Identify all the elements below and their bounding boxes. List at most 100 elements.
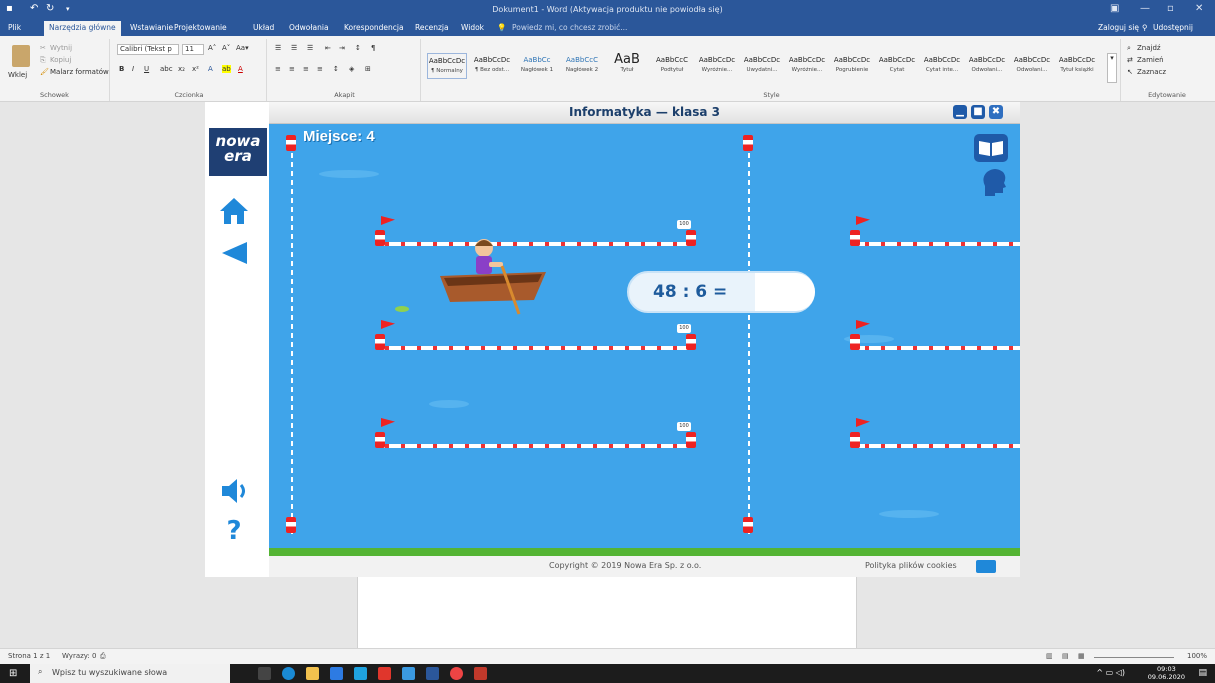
sign-in-link[interactable]: Zaloguj się	[1098, 23, 1139, 32]
windows-start-icon[interactable]: ⊞	[9, 668, 17, 679]
style-item[interactable]: AaBbCcDc ¶ Bez odst...	[472, 53, 512, 79]
numbering-icon[interactable]: ☰	[291, 44, 297, 52]
style-item[interactable]: AaBbCcC Podtytuł	[652, 53, 692, 79]
minimize-icon[interactable]: —	[1140, 3, 1150, 14]
change-case-icon[interactable]: Aa▾	[236, 44, 249, 52]
style-item[interactable]: AaBbCcDc Cytat	[877, 53, 917, 79]
underline-icon[interactable]: U	[144, 65, 149, 73]
align-right-icon[interactable]: ≡	[303, 65, 309, 73]
style-item[interactable]: AaBbCcDc Uwydatni...	[742, 53, 782, 79]
shrink-font-icon[interactable]: A˅	[222, 44, 230, 52]
proofing-icon[interactable]: ⎙	[100, 652, 106, 661]
maximize-icon[interactable]: ▫	[1167, 3, 1174, 14]
word-count[interactable]: Wyrazy: 0	[62, 652, 96, 660]
page-count[interactable]: Strona 1 z 1	[8, 652, 50, 660]
style-item[interactable]: AaBbCcC Nagłówek 2	[562, 53, 602, 79]
app-icon[interactable]	[474, 667, 487, 680]
strikethrough-icon[interactable]: abc	[160, 65, 173, 73]
back-arrow-icon[interactable]	[219, 238, 249, 268]
file-explorer-icon[interactable]	[306, 667, 319, 680]
increase-indent-icon[interactable]: ⇥	[339, 44, 345, 52]
style-item[interactable]: AaBbCcDc Odwołani...	[967, 53, 1007, 79]
game-maximize-icon[interactable]: ■	[971, 105, 985, 119]
borders-icon[interactable]: ⊞	[365, 65, 371, 73]
align-center-icon[interactable]: ≡	[289, 65, 295, 73]
system-tray-icons[interactable]: ^ ▭ ◁)	[1096, 668, 1125, 677]
app-icon[interactable]	[402, 667, 415, 680]
copy-button[interactable]: Kopiuj	[50, 56, 71, 64]
font-name-select[interactable]: Calibri (Tekst p	[117, 44, 179, 55]
paste-button[interactable]: Wklej	[8, 71, 27, 79]
style-item[interactable]: AaBbCcDc Cytat inte...	[922, 53, 962, 79]
notifications-icon[interactable]: ▤	[1198, 668, 1207, 678]
task-view-icon[interactable]	[258, 667, 271, 680]
find-button[interactable]: Znajdź	[1137, 44, 1161, 52]
mail-app-icon[interactable]	[378, 667, 391, 680]
tab-file[interactable]: Plik	[8, 23, 21, 32]
style-item[interactable]: AaBbCc Nagłówek 1	[517, 53, 557, 79]
chrome-icon[interactable]	[450, 667, 463, 680]
cookies-policy-link[interactable]: Polityka plików cookies	[865, 561, 957, 570]
game-minimize-icon[interactable]: ▁	[953, 105, 967, 119]
share-button[interactable]: Udostępnij	[1153, 23, 1193, 32]
tab-view[interactable]: Widok	[461, 23, 484, 32]
help-icon[interactable]: ?	[219, 516, 249, 546]
text-effects-icon[interactable]: A	[208, 65, 213, 73]
style-item[interactable]: AaBbCcDc Wyróżnie...	[787, 53, 827, 79]
style-item[interactable]: AaB Tytuł	[607, 53, 647, 79]
line-spacing-icon[interactable]: ↕	[333, 65, 339, 73]
zoom-slider[interactable]	[1094, 657, 1174, 658]
font-color-icon[interactable]: A	[238, 65, 243, 73]
answer-input[interactable]	[755, 273, 815, 311]
edge-icon[interactable]	[282, 667, 295, 680]
multilevel-list-icon[interactable]: ☰	[307, 44, 313, 52]
zoom-level[interactable]: 100%	[1187, 652, 1207, 660]
style-item[interactable]: AaBbCcDc Odwołani...	[1012, 53, 1052, 79]
style-item[interactable]: AaBbCcDc Pogrubienie	[832, 53, 872, 79]
superscript-icon[interactable]: x²	[192, 65, 199, 73]
tab-design[interactable]: Projektowanie	[174, 23, 227, 32]
sort-icon[interactable]: ↕	[355, 44, 361, 52]
bold-icon[interactable]: B	[119, 65, 124, 73]
tab-review[interactable]: Recenzja	[415, 23, 449, 32]
highlight-icon[interactable]: ab	[222, 65, 231, 73]
cut-button[interactable]: Wytnij	[50, 44, 72, 52]
print-layout-icon[interactable]: ▤	[1062, 652, 1069, 660]
pilcrow-icon[interactable]: ¶	[371, 44, 375, 52]
font-size-select[interactable]: 11	[182, 44, 204, 55]
italic-icon[interactable]: I	[132, 65, 134, 73]
style-item[interactable]: AaBbCcDc Wyróżnie...	[697, 53, 737, 79]
replace-button[interactable]: Zamień	[1137, 56, 1164, 64]
paste-icon[interactable]	[12, 45, 30, 67]
mail-icon[interactable]	[976, 560, 996, 573]
taskbar-search[interactable]: ⌕ Wpisz tu wyszukiwane słowa	[30, 664, 230, 683]
tab-references[interactable]: Odwołania	[289, 23, 329, 32]
justify-icon[interactable]: ≡	[317, 65, 323, 73]
align-left-icon[interactable]: ≡	[275, 65, 281, 73]
tell-me-box[interactable]: Powiedz mi, co chcesz zrobić...	[512, 23, 627, 32]
web-layout-icon[interactable]: ▦	[1078, 652, 1085, 660]
style-item[interactable]: AaBbCcDc Tytuł książki	[1057, 53, 1097, 79]
style-item[interactable]: AaBbCcDc ¶ Normalny	[427, 53, 467, 79]
ribbon-display-icon[interactable]: ▣	[1110, 3, 1119, 14]
decrease-indent-icon[interactable]: ⇤	[325, 44, 331, 52]
select-button[interactable]: Zaznacz	[1137, 68, 1166, 76]
format-painter-button[interactable]: Malarz formatów	[50, 68, 109, 76]
app-icon[interactable]	[354, 667, 367, 680]
tab-mailings[interactable]: Korespondencja	[344, 23, 404, 32]
tab-home[interactable]: Narzędzia główne	[44, 21, 121, 36]
subscript-icon[interactable]: x₂	[178, 65, 185, 73]
clock[interactable]: 09:03 09.06.2020	[1148, 665, 1185, 681]
read-mode-icon[interactable]: ▥	[1046, 652, 1053, 660]
shading-icon[interactable]: ◈	[349, 65, 354, 73]
home-icon[interactable]	[219, 196, 249, 226]
speaker-icon[interactable]	[219, 476, 249, 506]
grow-font-icon[interactable]: A˄	[208, 44, 216, 52]
close-icon[interactable]: ✕	[1195, 3, 1203, 14]
bullets-icon[interactable]: ☰	[275, 44, 281, 52]
store-icon[interactable]	[330, 667, 343, 680]
tab-layout[interactable]: Układ	[253, 23, 274, 32]
head-profile-icon[interactable]	[981, 168, 1007, 198]
game-close-icon[interactable]: ✖	[989, 105, 1003, 119]
styles-more-icon[interactable]: ▾	[1107, 53, 1117, 83]
